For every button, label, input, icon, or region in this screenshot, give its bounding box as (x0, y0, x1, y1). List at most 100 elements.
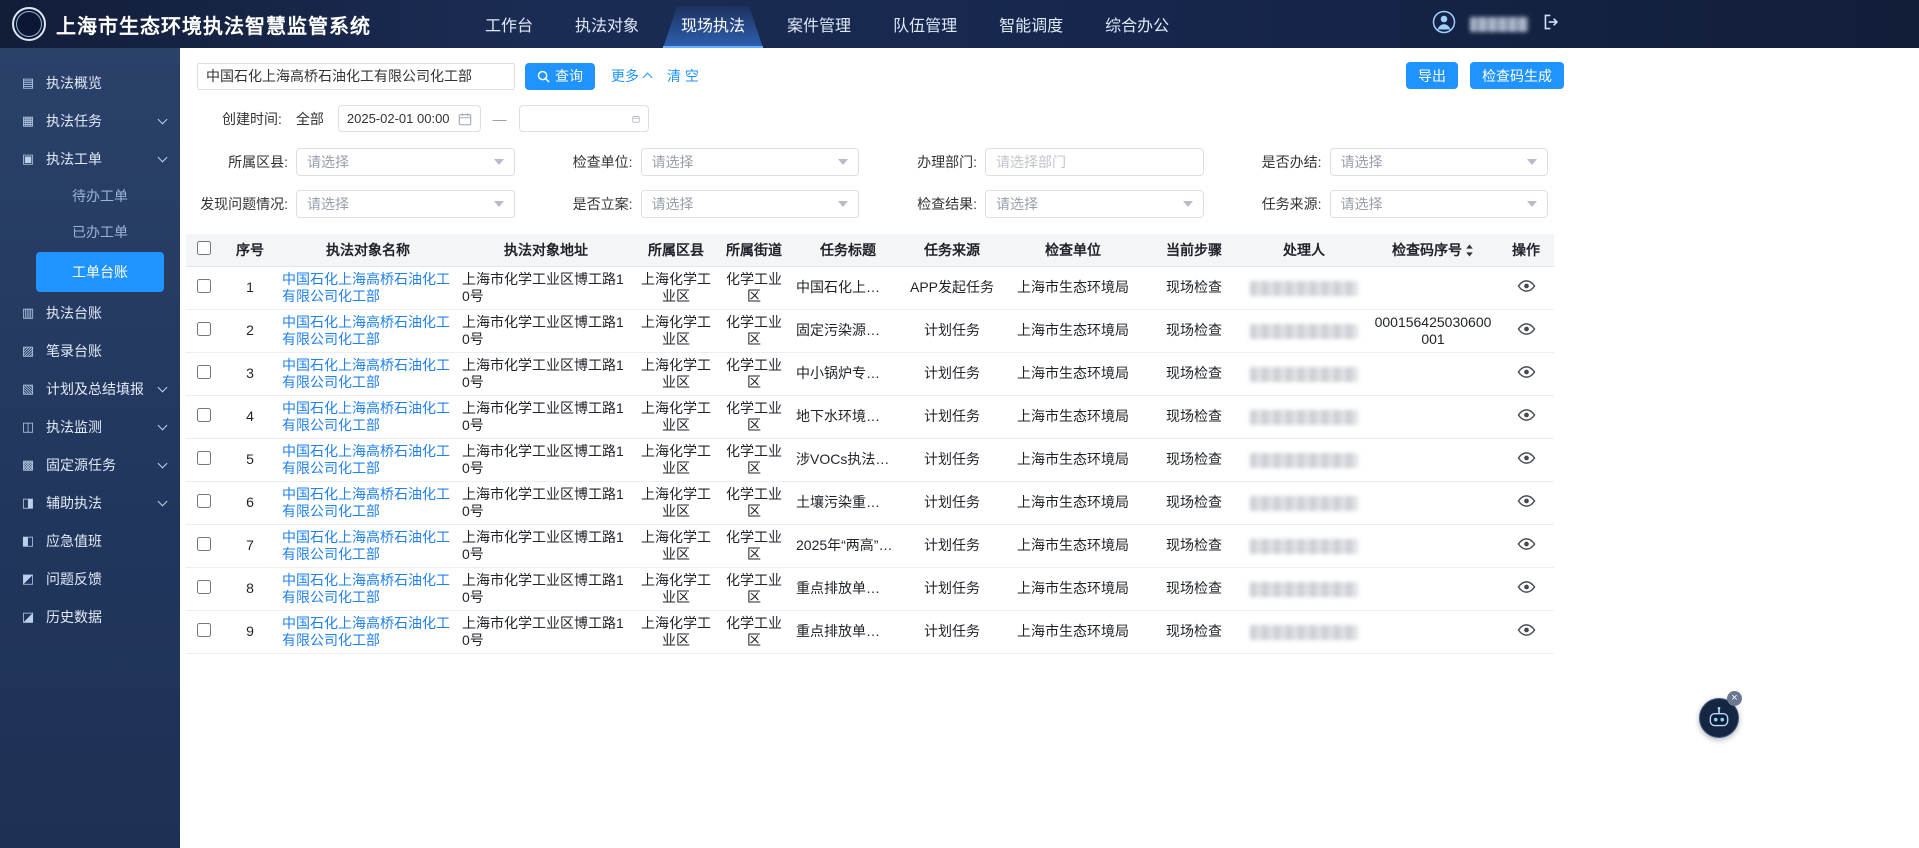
view-detail-eye-icon[interactable] (1517, 279, 1536, 293)
task-title-cell: 中国石化上… (790, 266, 906, 310)
assistant-robot-button[interactable]: × (1699, 691, 1742, 738)
col-header-object-address: 执法对象地址 (458, 234, 634, 267)
district-select[interactable]: 请选择 (296, 148, 515, 176)
logout-icon[interactable] (1542, 13, 1562, 36)
view-detail-eye-icon[interactable] (1517, 623, 1536, 637)
enforcement-object-link[interactable]: 中国石化上海高桥石油化工有限公司化工部 (282, 615, 450, 648)
top-nav-item[interactable]: 现场执法 (663, 0, 764, 48)
sidebar-item-label: 计划及总结填报 (46, 381, 144, 397)
table-row: 9 中国石化上海高桥石油化工有限公司化工部 上海市化学工业区博工路10号 上海化… (186, 610, 1554, 654)
is-filed-select[interactable]: 请选择 (640, 190, 859, 218)
table-body: 1 中国石化上海高桥石油化工有限公司化工部 上海市化学工业区博工路10号 上海化… (186, 266, 1554, 654)
table-header-row: 序号 执法对象名称 执法对象地址 所属区县 所属街道 任务标题 任务来源 检查单… (186, 234, 1554, 267)
check-code-cell (1368, 524, 1498, 568)
view-detail-eye-icon[interactable] (1517, 365, 1536, 379)
start-time-input[interactable]: 2025-02-01 00:00 (337, 105, 481, 132)
assistant-close-button[interactable]: × (1727, 691, 1742, 706)
task-title-cell: 固定污染源… (790, 309, 906, 353)
street-cell: 化学工业区 (718, 438, 790, 482)
dropdown-arrow-icon (838, 159, 848, 165)
sidebar: ▤ 执法概览 ▦ 执法任务 ▣ 执法工单 待办工单 已办工单 工单台账 ▥ 执法台账 ▨ 笔录台账 ▧ 计划… (0, 48, 180, 848)
handler-cell (1240, 438, 1368, 482)
export-button[interactable]: 导出 (1406, 62, 1458, 89)
enforcement-object-link[interactable]: 中国石化上海高桥石油化工有限公司化工部 (282, 271, 450, 304)
search-input[interactable] (197, 62, 515, 90)
check-unit-select[interactable]: 请选择 (640, 148, 859, 176)
dropdown-arrow-icon (1527, 159, 1537, 165)
row-index: 6 (222, 481, 278, 525)
sidebar-item[interactable]: ◪ 历史数据 (0, 598, 180, 636)
top-nav-item[interactable]: 案件管理 (769, 0, 869, 48)
row-checkbox[interactable] (197, 579, 211, 594)
sidebar-item[interactable]: ▥ 执法台账 (0, 294, 180, 332)
top-nav-item[interactable]: 综合办公 (1087, 0, 1187, 48)
check-code-generate-button[interactable]: 检查码生成 (1470, 62, 1564, 89)
check-unit-cell: 上海市生态环境局 (998, 309, 1148, 353)
query-button[interactable]: 查询 (525, 62, 595, 90)
view-detail-eye-icon[interactable] (1517, 322, 1536, 336)
row-checkbox[interactable] (197, 407, 211, 422)
sort-icon[interactable] (1465, 244, 1474, 260)
task-source-select[interactable]: 请选择 (1329, 190, 1548, 218)
sidebar-subitem[interactable]: 已办工单 (0, 214, 180, 250)
is-done-select[interactable]: 请选择 (1329, 148, 1548, 176)
handler-redacted (1250, 495, 1358, 511)
sidebar-item[interactable]: ▧ 计划及总结填报 (0, 370, 180, 408)
view-detail-eye-icon[interactable] (1517, 537, 1536, 551)
sidebar-item-label: 固定源任务 (46, 457, 116, 473)
create-time-all-toggle[interactable]: 全部 (296, 109, 324, 129)
task-source-filter-label: 任务来源: (1261, 196, 1322, 212)
enforcement-object-link[interactable]: 中国石化上海高桥石油化工有限公司化工部 (282, 529, 450, 562)
view-detail-eye-icon[interactable] (1517, 580, 1536, 594)
chevron-up-icon (642, 72, 653, 83)
main-content: 查询 更多 清 空 导出 检查码生成 创建时间: 全部 2025-02-01 0… (180, 48, 1919, 848)
view-detail-eye-icon[interactable] (1517, 451, 1536, 465)
view-detail-eye-icon[interactable] (1517, 408, 1536, 422)
sidebar-subitem[interactable]: 工单台账 (36, 252, 164, 292)
department-input[interactable] (985, 148, 1204, 176)
top-nav-item[interactable]: 执法对象 (557, 0, 657, 48)
object-address-cell: 上海市化学工业区博工路10号 (458, 309, 634, 353)
enforcement-object-link[interactable]: 中国石化上海高桥石油化工有限公司化工部 (282, 486, 450, 519)
more-filters-toggle[interactable]: 更多 (611, 66, 653, 86)
sidebar-item[interactable]: ▣ 执法工单 (0, 140, 180, 178)
row-checkbox[interactable] (197, 278, 211, 293)
check-code-cell (1368, 438, 1498, 482)
handler-redacted (1250, 538, 1358, 554)
check-result-select[interactable]: 请选择 (985, 190, 1204, 218)
sidebar-item[interactable]: ▨ 笔录台账 (0, 332, 180, 370)
sidebar-subitem[interactable]: 待办工单 (0, 178, 180, 214)
sidebar-item[interactable]: ◨ 辅助执法 (0, 484, 180, 522)
district-cell: 上海化学工业区 (634, 352, 718, 396)
sidebar-item[interactable]: ▤ 执法概览 (0, 64, 180, 102)
top-nav-item[interactable]: 工作台 (467, 0, 551, 48)
enforcement-object-link[interactable]: 中国石化上海高桥石油化工有限公司化工部 (282, 357, 450, 390)
row-checkbox[interactable] (197, 536, 211, 551)
top-nav-item[interactable]: 队伍管理 (875, 0, 975, 48)
col-header-object-name: 执法对象名称 (278, 234, 458, 267)
row-checkbox[interactable] (197, 450, 211, 465)
clear-filters-link[interactable]: 清 空 (667, 66, 699, 86)
enforcement-object-link[interactable]: 中国石化上海高桥石油化工有限公司化工部 (282, 443, 450, 476)
row-checkbox[interactable] (197, 622, 211, 637)
sidebar-item[interactable]: ▩ 固定源任务 (0, 446, 180, 484)
is-filed-filter-label: 是否立案: (572, 196, 633, 212)
row-checkbox[interactable] (197, 493, 211, 508)
task-source-cell: 计划任务 (906, 309, 998, 353)
select-all-checkbox[interactable] (197, 241, 211, 256)
sidebar-item[interactable]: ◧ 应急值班 (0, 522, 180, 560)
top-nav-item[interactable]: 智能调度 (981, 0, 1081, 48)
enforcement-object-link[interactable]: 中国石化上海高桥石油化工有限公司化工部 (282, 314, 450, 347)
enforcement-object-link[interactable]: 中国石化上海高桥石油化工有限公司化工部 (282, 400, 450, 433)
enforcement-object-link[interactable]: 中国石化上海高桥石油化工有限公司化工部 (282, 572, 450, 605)
view-detail-eye-icon[interactable] (1517, 494, 1536, 508)
row-checkbox[interactable] (197, 364, 211, 379)
end-time-input[interactable] (518, 105, 649, 132)
sidebar-item[interactable]: ◩ 问题反馈 (0, 560, 180, 598)
sidebar-item[interactable]: ◫ 执法监测 (0, 408, 180, 446)
row-checkbox[interactable] (197, 321, 211, 336)
problem-select[interactable]: 请选择 (296, 190, 515, 218)
sidebar-item[interactable]: ▦ 执法任务 (0, 102, 180, 140)
top-nav: 工作台 执法对象 现场执法 案件管理 队伍管理 智能调度 综合办公 (467, 0, 1187, 48)
user-avatar-icon[interactable] (1432, 10, 1456, 39)
